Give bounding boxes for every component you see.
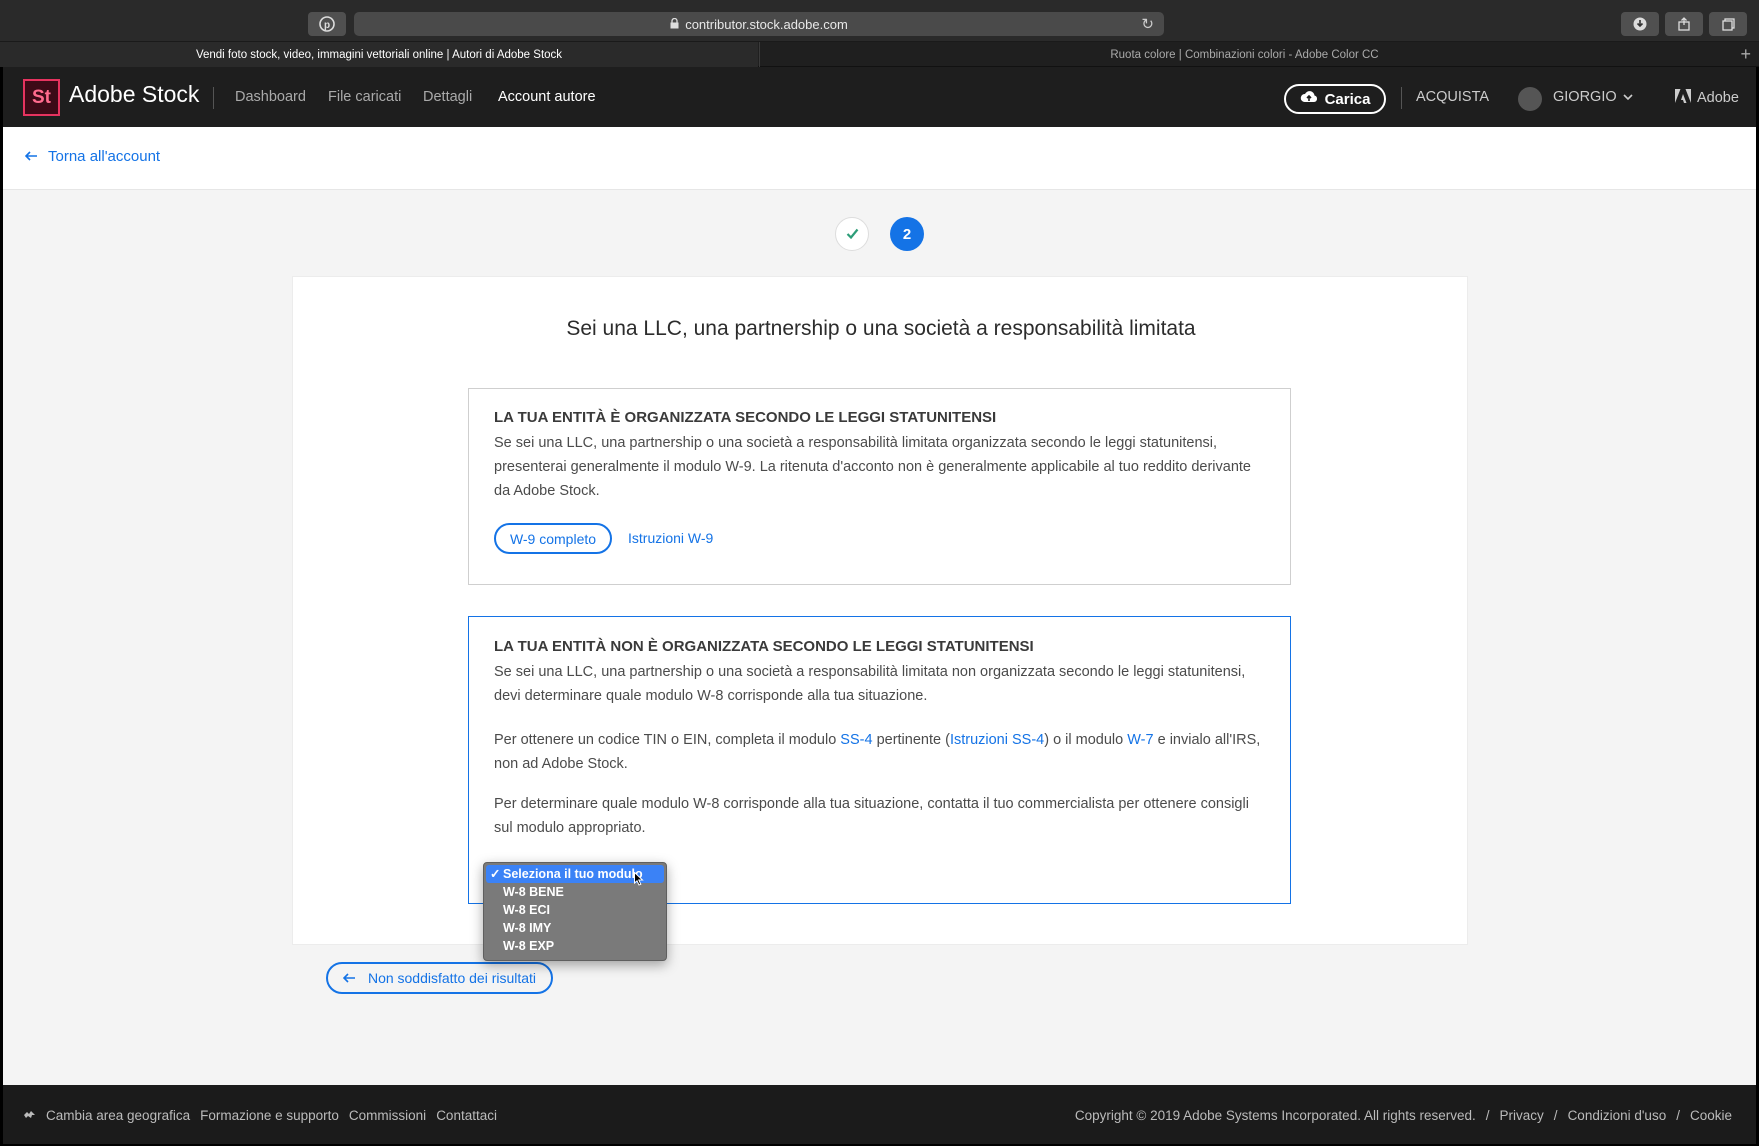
option-us-entity: LA TUA ENTITÀ È ORGANIZZATA SECONDO LE L… <box>468 388 1291 585</box>
back-bar: Torna all'account <box>3 127 1756 190</box>
w7-link[interactable]: W-7 <box>1127 732 1153 748</box>
page-title: Sei una LLC, una partnership o una socie… <box>566 317 1196 340</box>
select-option-placeholder[interactable]: ✓ Seleziona il tuo modulo <box>486 865 664 886</box>
page-content: Torna all'account 2 Sei una LLC, una par… <box>3 127 1756 1085</box>
avatar[interactable] <box>1518 87 1542 111</box>
footer-contact[interactable]: Contattaci <box>436 1108 497 1123</box>
footer-terms[interactable]: Condizioni d'uso <box>1568 1108 1667 1123</box>
buy-link[interactable]: ACQUISTA <box>1416 89 1489 105</box>
divider <box>213 87 214 109</box>
w9-instructions-link[interactable]: Istruzioni W-9 <box>628 530 713 546</box>
separator: / <box>1485 1108 1490 1123</box>
w8-form-select[interactable]: ✓ Seleziona il tuo modulo W-8 BENE W-8 E… <box>483 862 667 961</box>
check-icon <box>846 226 859 243</box>
new-tab-icon[interactable]: + <box>1740 44 1751 65</box>
back-to-account-link[interactable]: Torna all'account <box>24 148 161 165</box>
tin-ein-text: Per ottenere un codice TIN o EIN, comple… <box>494 728 1269 776</box>
separator: / <box>1676 1108 1680 1123</box>
pinterest-icon[interactable]: p <box>308 12 346 36</box>
nav-dashboard[interactable]: Dashboard <box>235 89 306 105</box>
footer-change-region[interactable]: Cambia area geografica <box>46 1108 190 1123</box>
adobe-link[interactable]: Adobe <box>1675 89 1739 107</box>
footer-privacy[interactable]: Privacy <box>1500 1108 1544 1123</box>
nav-dettagli[interactable]: Dettagli <box>423 89 472 105</box>
tab-adobe-stock[interactable]: Vendi foto stock, video, immagini vettor… <box>0 42 758 67</box>
tab-bar: Vendi foto stock, video, immagini vettor… <box>0 42 1759 67</box>
svg-text:p: p <box>324 20 330 31</box>
footer-right-links: Copyright © 2019 Adobe Systems Incorpora… <box>1075 1108 1732 1123</box>
lock-icon <box>670 17 679 32</box>
url-text: contributor.stock.adobe.com <box>685 16 848 32</box>
footer-cookie[interactable]: Cookie <box>1690 1108 1732 1123</box>
select-option-w8-imy[interactable]: W-8 IMY <box>484 919 666 937</box>
check-icon: ✓ <box>490 867 501 881</box>
user-name: GIORGIO <box>1553 89 1617 105</box>
arrow-left-icon <box>342 970 356 986</box>
cloud-upload-icon <box>1300 90 1318 108</box>
share-icon[interactable] <box>1665 12 1703 36</box>
footer-commissions[interactable]: Commissioni <box>349 1108 426 1123</box>
back-link-label: Torna all'account <box>48 148 161 165</box>
step-1-done <box>835 217 869 251</box>
option-label: Seleziona il tuo modulo <box>503 867 643 881</box>
brand-name[interactable]: Adobe Stock <box>69 81 199 108</box>
nav-account-autore[interactable]: Account autore <box>498 89 596 105</box>
not-satisfied-button[interactable]: Non soddisfatto dei risultati <box>326 962 553 994</box>
option-us-heading: LA TUA ENTITÀ È ORGANIZZATA SECONDO LE L… <box>494 409 997 426</box>
w9-complete-button[interactable]: W-9 completo <box>494 523 612 554</box>
adobe-stock-logo[interactable]: St <box>23 79 60 116</box>
adobe-logo-icon <box>1675 89 1691 107</box>
nav-file-caricati[interactable]: File caricati <box>328 89 401 105</box>
browser-toolbar: p contributor.stock.adobe.com ↻ <box>0 0 1759 42</box>
globe-icon <box>23 1108 36 1123</box>
chevron-down-icon <box>1623 89 1633 105</box>
site-footer: Cambia area geografica Formazione e supp… <box>3 1085 1756 1144</box>
site-header: St Adobe Stock Dashboard File caricati D… <box>3 67 1756 127</box>
tin-text-b: pertinente ( <box>872 732 950 748</box>
select-option-w8-exp[interactable]: W-8 EXP <box>484 937 666 955</box>
ss4-link[interactable]: SS-4 <box>840 732 872 748</box>
footer-left-links: Cambia area geografica Formazione e supp… <box>23 1108 497 1123</box>
separator: / <box>1553 1108 1558 1123</box>
entity-card: Sei una LLC, una partnership o una socie… <box>292 276 1468 961</box>
user-menu[interactable]: GIORGIO <box>1553 89 1633 105</box>
reload-icon[interactable]: ↻ <box>1141 15 1154 33</box>
divider <box>1401 87 1402 109</box>
footer-training-support[interactable]: Formazione e supporto <box>200 1108 339 1123</box>
download-icon[interactable] <box>1621 12 1659 36</box>
copyright-text: Copyright © 2019 Adobe Systems Incorpora… <box>1074 1108 1476 1123</box>
not-satisfied-label: Non soddisfatto dei risultati <box>367 970 537 986</box>
adobe-label: Adobe <box>1697 90 1739 106</box>
ss4-instructions-link[interactable]: Istruzioni SS-4 <box>950 732 1044 748</box>
tin-text-a: Per ottenere un codice TIN o EIN, comple… <box>494 732 841 748</box>
option-non-us-heading: LA TUA ENTITÀ NON È ORGANIZZATA SECONDO … <box>494 638 1034 655</box>
tin-text-c: ) o il modulo <box>1044 732 1128 748</box>
option-non-us-entity: LA TUA ENTITÀ NON È ORGANIZZATA SECONDO … <box>468 616 1291 961</box>
w8-advice-text: Per determinare quale modulo W-8 corrisp… <box>494 796 1249 836</box>
arrow-left-icon <box>24 148 38 165</box>
step-2-current: 2 <box>890 217 924 251</box>
tabs-overview-icon[interactable] <box>1709 12 1747 36</box>
select-option-w8-eci[interactable]: W-8 ECI <box>484 901 666 919</box>
option-us-text: Se sei una LLC, una partnership o una so… <box>494 435 1251 499</box>
tab-adobe-color[interactable]: Ruota colore | Combinazioni colori - Ado… <box>759 42 1729 67</box>
upload-button[interactable]: Carica <box>1284 84 1386 114</box>
select-option-w8-bene[interactable]: W-8 BENE <box>484 883 666 901</box>
upload-label: Carica <box>1324 90 1371 108</box>
address-bar[interactable]: contributor.stock.adobe.com ↻ <box>354 12 1164 36</box>
option-non-us-text: Se sei una LLC, una partnership o una so… <box>494 664 1246 704</box>
